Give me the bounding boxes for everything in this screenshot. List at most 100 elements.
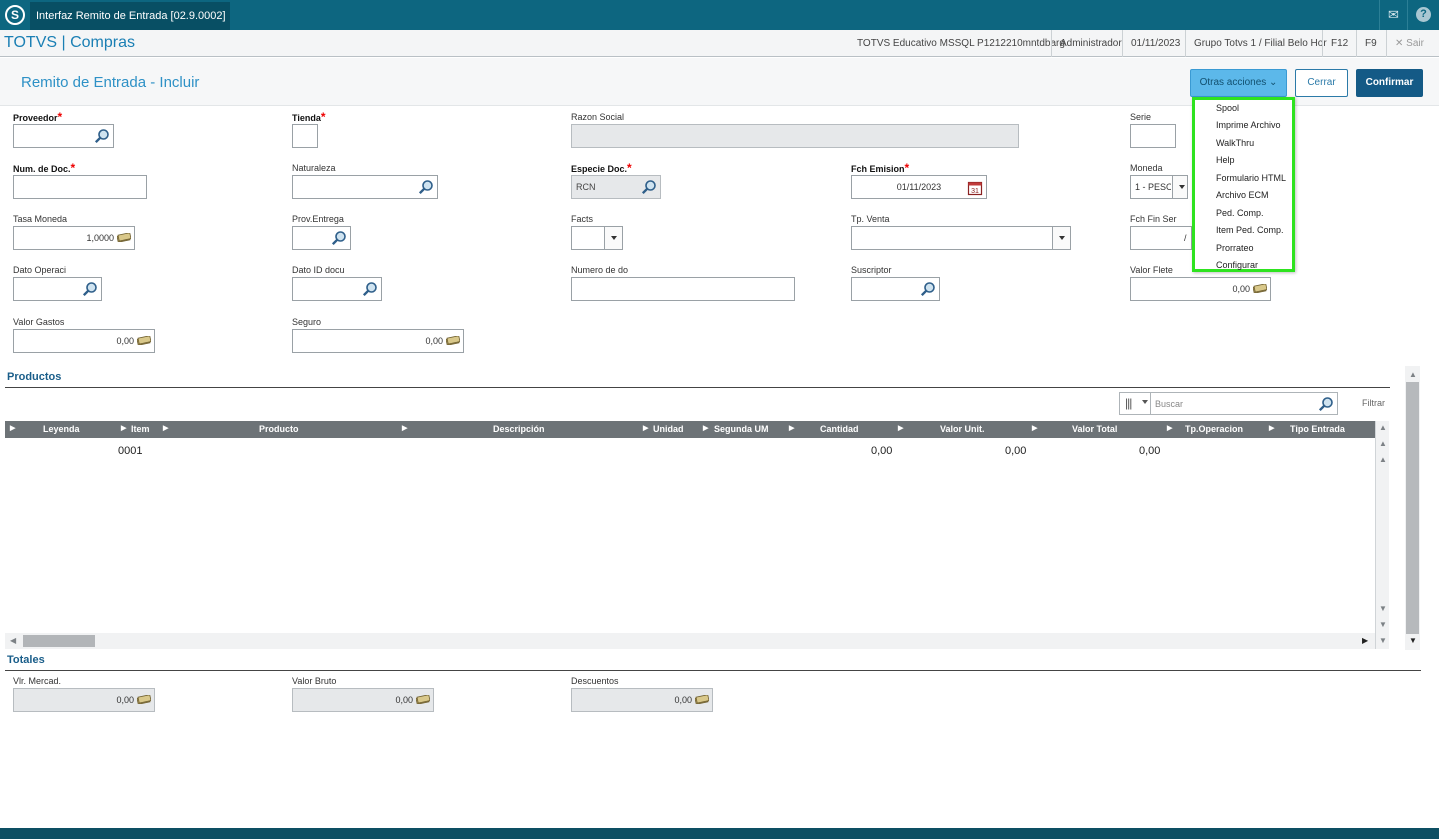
table-header: ▶ Leyenda ▶ Item ▶ Producto ▶ Descripció… (5, 421, 1375, 438)
table-horizontal-scrollbar[interactable]: ◀ ▶ (5, 633, 1375, 649)
scroll-left-icon[interactable]: ◀ (10, 636, 16, 645)
proveedor-field[interactable] (13, 124, 114, 148)
dato-id-docu-label: Dato ID docu (292, 265, 345, 275)
tp-venta-select[interactable] (851, 226, 1071, 250)
column-tipo-entrada[interactable]: Tipo Entrada (1290, 424, 1345, 434)
table-row[interactable]: 0001 0,00 0,00 0,00 (5, 440, 1375, 460)
cerrar-button[interactable]: Cerrar (1295, 69, 1348, 97)
search-icon[interactable] (641, 179, 657, 195)
tasa-moneda-field[interactable]: 1,0000 (13, 226, 135, 250)
menu-item-prorrateo[interactable]: Prorrateo (1216, 243, 1254, 253)
page-title: Remito de Entrada - Incluir (21, 74, 200, 91)
search-icon[interactable] (82, 281, 98, 297)
chevron-down-icon[interactable] (604, 227, 622, 249)
column-producto[interactable]: Producto (259, 424, 299, 434)
descuentos-value: 0,00 (674, 695, 692, 705)
horizontal-scroll-thumb[interactable] (23, 635, 95, 647)
cell-valor-total[interactable]: 0,00 (1139, 445, 1160, 457)
column-unidad[interactable]: Unidad (653, 424, 684, 434)
column-segunda-um[interactable]: Segunda UM (714, 424, 769, 434)
naturaleza-field[interactable] (292, 175, 438, 199)
help-button[interactable]: ? (1407, 0, 1439, 30)
column-valor-unit[interactable]: Valor Unit. (940, 424, 985, 434)
chevron-down-icon[interactable] (1172, 176, 1187, 198)
valor-flete-field[interactable]: 0,00 (1130, 277, 1271, 301)
scroll-down-icon[interactable]: ▼ (1379, 604, 1387, 613)
search-icon[interactable] (1318, 396, 1334, 412)
fch-emision-field[interactable]: 01/11/2023 31 (851, 175, 987, 199)
otras-acciones-button[interactable]: Otras acciones ⌄ (1190, 69, 1287, 97)
tienda-field[interactable] (292, 124, 318, 148)
confirmar-button[interactable]: Confirmar (1356, 69, 1423, 97)
column-valor-total[interactable]: Valor Total (1072, 424, 1117, 434)
descuentos-field: 0,00 (571, 688, 713, 712)
search-icon[interactable] (94, 128, 110, 144)
menu-item-help[interactable]: Help (1216, 155, 1235, 165)
serie-label: Serie (1130, 112, 1152, 122)
chevron-down-icon (1142, 400, 1148, 407)
branch-info[interactable]: Grupo Totvs 1 / Filial Belo Hor (1185, 30, 1335, 57)
window-tab[interactable]: Interfaz Remito de Entrada [02.9.0002]✕ (30, 2, 230, 50)
facts-select[interactable] (571, 226, 623, 250)
search-icon[interactable] (920, 281, 936, 297)
dato-operaci-field[interactable] (13, 277, 102, 301)
scroll-right-icon[interactable]: ▶ (1362, 636, 1368, 645)
cell-item[interactable]: 0001 (118, 445, 142, 457)
suscriptor-field[interactable] (851, 277, 940, 301)
menu-item-configurar[interactable]: Configurar (1216, 260, 1258, 270)
column-arrow-icon: ▶ (1032, 425, 1038, 432)
page-scroll-thumb[interactable] (1406, 382, 1419, 634)
f12-button[interactable]: F12 (1322, 30, 1356, 57)
column-descripcion[interactable]: Descripción (493, 424, 545, 434)
money-icon (416, 695, 430, 704)
menu-item-formulario-html[interactable]: Formulario HTML (1216, 173, 1286, 183)
fch-fin-ser-field[interactable]: / (1130, 226, 1192, 250)
scroll-up-icon[interactable]: ▲ (1379, 455, 1387, 464)
column-leyenda[interactable]: Leyenda (43, 424, 80, 434)
scroll-pagedown-icon[interactable]: ▼ (1379, 620, 1387, 629)
menu-item-imprime-archivo[interactable]: Imprime Archivo (1216, 120, 1281, 130)
valor-flete-value: 0,00 (1232, 284, 1250, 294)
cell-cantidad[interactable]: 0,00 (871, 445, 892, 457)
fch-emision-value: 01/11/2023 (896, 182, 942, 192)
scroll-bottom-icon[interactable]: ▼ (1379, 636, 1387, 645)
column-item[interactable]: Item (131, 424, 150, 434)
menu-item-archivo-ecm[interactable]: Archivo ECM (1216, 190, 1269, 200)
column-cantidad[interactable]: Cantidad (820, 424, 859, 434)
column-tp-operacion[interactable]: Tp.Operacion (1185, 424, 1243, 434)
scroll-top-icon[interactable]: ▲ (1379, 423, 1387, 432)
dato-id-docu-field[interactable] (292, 277, 382, 301)
divider (5, 387, 1390, 388)
moneda-select[interactable]: 1 - PESO (1130, 175, 1188, 199)
productos-title: Productos (7, 371, 62, 383)
menu-item-walkthru[interactable]: WalkThru (1216, 138, 1254, 148)
f9-button[interactable]: F9 (1356, 30, 1385, 57)
suscriptor-label: Suscriptor (851, 265, 892, 275)
filtrar-button[interactable]: Filtrar (1362, 398, 1385, 408)
column-arrow-icon: ▶ (402, 425, 408, 432)
chevron-down-icon[interactable] (1052, 227, 1070, 249)
search-icon[interactable] (362, 281, 378, 297)
table-vertical-scrollbar[interactable]: ▲ ▲ ▲ ▼ ▼ ▼ (1375, 421, 1389, 649)
num-doc-field[interactable] (13, 175, 147, 199)
search-input[interactable]: Buscar (1150, 392, 1338, 415)
scroll-up-icon[interactable]: ▲ (1409, 370, 1417, 379)
search-icon[interactable] (418, 179, 434, 195)
cell-valor-unit[interactable]: 0,00 (1005, 445, 1026, 457)
seguro-field[interactable]: 0,00 (292, 329, 464, 353)
calendar-icon[interactable]: 31 (967, 180, 983, 196)
serie-field[interactable] (1130, 124, 1176, 148)
numero-de-do-field[interactable] (571, 277, 795, 301)
search-icon[interactable] (331, 230, 347, 246)
menu-item-spool[interactable]: Spool (1216, 103, 1239, 113)
especie-doc-field[interactable]: RCN (571, 175, 661, 199)
valor-gastos-field[interactable]: 0,00 (13, 329, 155, 353)
scroll-pageup-icon[interactable]: ▲ (1379, 439, 1387, 448)
prov-entrega-field[interactable] (292, 226, 351, 250)
scroll-down-icon[interactable]: ▼ (1409, 636, 1417, 645)
menu-item-item-ped-comp[interactable]: Item Ped. Comp. (1216, 225, 1284, 235)
column-selector-button[interactable]: ||| (1119, 392, 1151, 415)
menu-item-ped-comp[interactable]: Ped. Comp. (1216, 208, 1264, 218)
exit-button[interactable]: ✕ Sair (1386, 30, 1432, 57)
mail-icon[interactable]: ✉ (1379, 0, 1407, 30)
